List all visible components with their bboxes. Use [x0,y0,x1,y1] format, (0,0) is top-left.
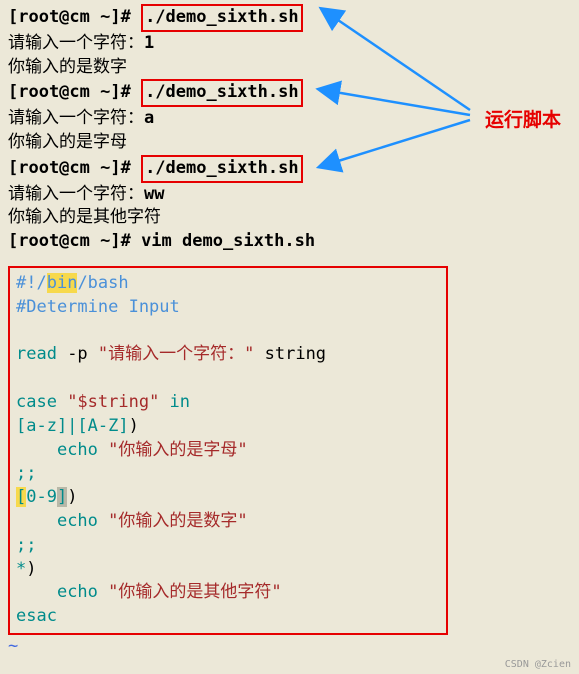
prompt: [root@cm ~]# [8,82,141,102]
pattern-1: [a-z]|[A-Z]) [16,415,440,439]
boxed-command-3: ./demo_sixth.sh [141,155,303,183]
input-line-3: 请输入一个字符：ww [8,183,571,207]
vim-cmd-line: [root@cm ~]# vim demo_sixth.sh [8,230,571,254]
comment-line: #Determine Input [16,296,440,320]
boxed-command-1: ./demo_sixth.sh [141,4,303,32]
input-line-1: 请输入一个字符：1 [8,32,571,56]
prompt: [root@cm ~]# [8,158,141,178]
echo-1: echo "你输入的是字母" [16,439,440,463]
read-line: read -p "请输入一个字符：" string [16,343,440,367]
sep-1: ;; [16,462,440,486]
cmd-line-3: [root@cm ~]# ./demo_sixth.sh [8,155,571,183]
boxed-command-2: ./demo_sixth.sh [141,79,303,107]
prompt: [root@cm ~]# [8,7,141,27]
echo-3: echo "你输入的是其他字符" [16,581,440,605]
sep-2: ;; [16,534,440,558]
case-line: case "$string" in [16,391,440,415]
shebang-line: #!/bin/bash [16,272,440,296]
cmd-line-1: [root@cm ~]# ./demo_sixth.sh [8,4,571,32]
vim-tilde: ~ [8,635,571,659]
esac-line: esac [16,605,440,629]
watermark: CSDN @Zcien [505,659,571,670]
script-source-box: #!/bin/bash #Determine Input read -p "请输… [8,266,448,635]
prompt: [root@cm ~]# [8,231,141,251]
output-line-1: 你输入的是数字 [8,56,571,80]
echo-2: echo "你输入的是数字" [16,510,440,534]
output-line-3: 你输入的是其他字符 [8,206,571,230]
annotation-label: 运行脚本 [485,105,561,132]
pattern-2: [0-9]) [16,486,440,510]
pattern-3: *) [16,558,440,582]
cmd-line-2: [root@cm ~]# ./demo_sixth.sh [8,79,571,107]
output-line-2: 你输入的是字母 [8,131,571,155]
